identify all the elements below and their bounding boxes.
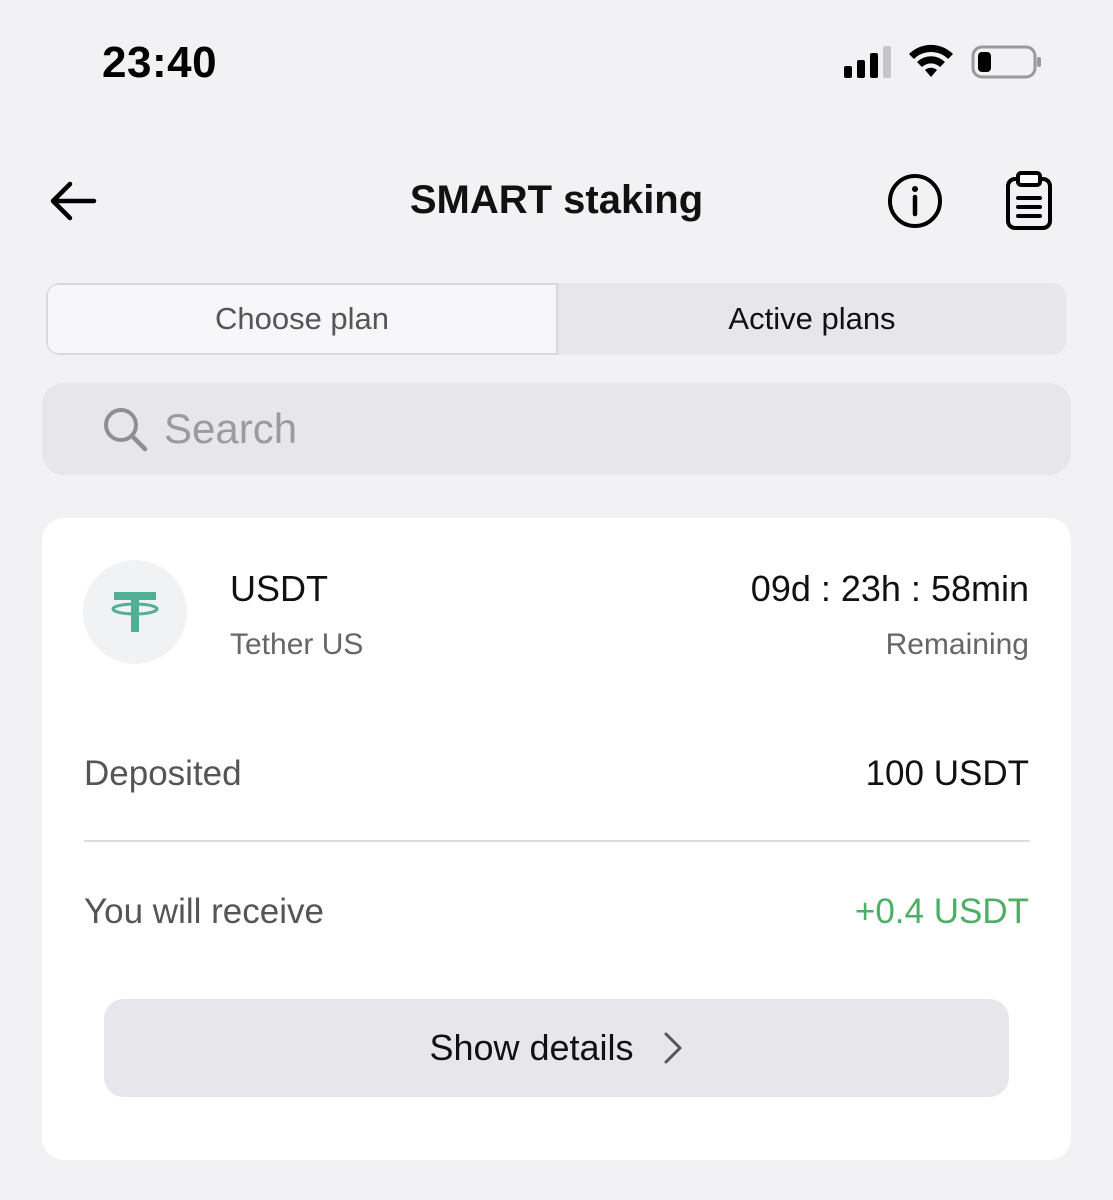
status-icons — [844, 44, 1043, 80]
deposited-value: 100 USDT — [865, 754, 1029, 793]
battery-icon — [971, 45, 1041, 79]
cellular-signal-icon — [844, 46, 891, 78]
plan-tabs: Choose plan Active plans — [46, 283, 1066, 355]
receive-value: +0.4 USDT — [854, 892, 1029, 931]
tab-choose-plan[interactable]: Choose plan — [46, 283, 558, 355]
info-button[interactable] — [886, 172, 944, 230]
coin-symbol: USDT — [230, 568, 328, 609]
wifi-icon — [909, 44, 953, 77]
chevron-right-icon — [664, 1032, 682, 1064]
timer-label: Remaining — [885, 628, 1029, 661]
info-icon — [888, 174, 942, 228]
tether-icon — [111, 592, 159, 632]
search-input[interactable] — [162, 404, 1046, 454]
history-button[interactable] — [1000, 170, 1058, 232]
status-time: 23:40 — [102, 38, 218, 87]
clipboard-icon — [1006, 171, 1052, 230]
tether-logo — [83, 560, 187, 664]
tab-active-plans[interactable]: Active plans — [558, 283, 1066, 355]
header: SMART staking — [0, 160, 1113, 240]
divider — [84, 840, 1030, 842]
receive-label: You will receive — [84, 892, 324, 931]
status-bar: 23:40 — [0, 0, 1113, 120]
show-details-button[interactable]: Show details — [104, 999, 1009, 1097]
countdown-timer: 09d : 23h : 58min — [750, 568, 1029, 609]
search-bar — [42, 383, 1071, 475]
coin-name: Tether US — [230, 628, 364, 661]
deposited-label: Deposited — [84, 754, 242, 793]
active-plan-card: USDT Tether US 09d : 23h : 58min Remaini… — [42, 518, 1071, 1160]
search-icon — [104, 408, 148, 452]
page-title: SMART staking — [409, 178, 704, 222]
show-details-label: Show details — [429, 1027, 634, 1068]
